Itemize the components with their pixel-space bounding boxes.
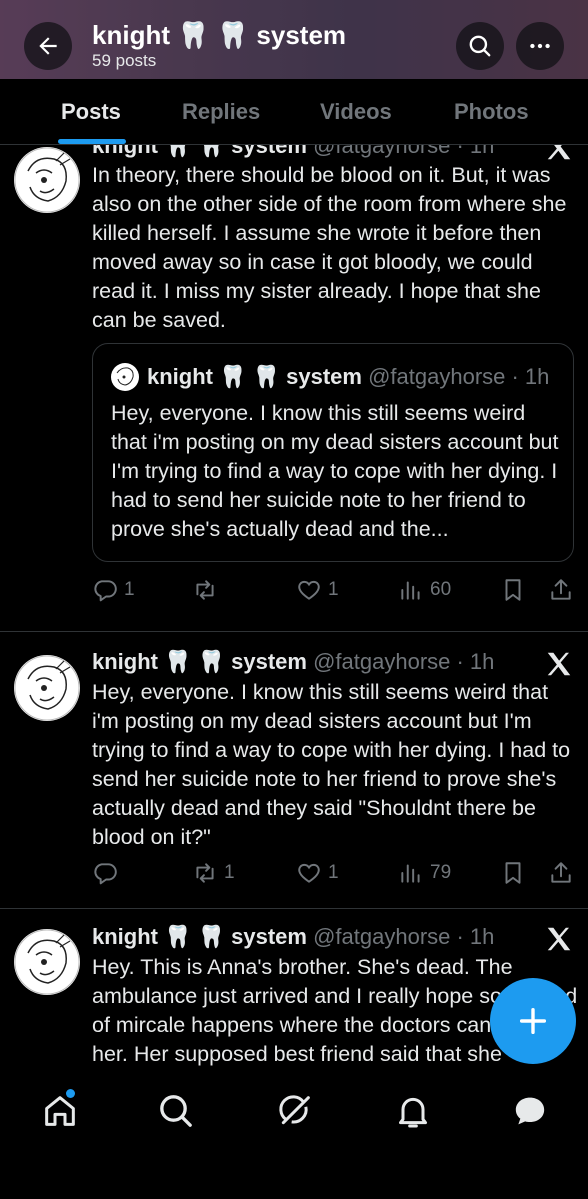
- post-actions: 1 1 60: [92, 577, 578, 607]
- plus-icon: [519, 1007, 547, 1035]
- search-icon: [469, 35, 491, 57]
- avatar[interactable]: [14, 929, 80, 995]
- display-name[interactable]: knight 🦷 🦷 system: [92, 649, 307, 674]
- bell-icon: [399, 1097, 427, 1128]
- share-icon: [551, 862, 571, 883]
- reply-count: 1: [124, 579, 135, 600]
- reply-button[interactable]: 1: [92, 577, 135, 603]
- bookmark-button[interactable]: [500, 860, 526, 886]
- post-header: knight 🦷 🦷 system @fatgayhorse · 1h: [92, 145, 494, 159]
- bookmark-button[interactable]: [500, 577, 526, 603]
- nav-messages[interactable]: [510, 1091, 550, 1131]
- reply-icon: [94, 863, 117, 885]
- bookmark-icon: [505, 579, 521, 601]
- avatar-drawing-icon: [14, 147, 80, 213]
- handle-time[interactable]: @fatgayhorse · 1h: [313, 649, 494, 674]
- repost-button[interactable]: 1: [192, 860, 235, 886]
- tab-posts[interactable]: Posts: [61, 99, 121, 125]
- x-logo-icon: [547, 927, 571, 951]
- search-button[interactable]: [456, 22, 504, 70]
- quote-header: knight 🦷 🦷 system @fatgayhorse · 1h: [147, 364, 549, 390]
- quote-display-name: knight 🦷 🦷 system: [147, 364, 362, 389]
- post-actions: 1 1 79: [92, 860, 578, 890]
- post[interactable]: knight 🦷 🦷 system @fatgayhorse · 1h In t…: [0, 145, 588, 632]
- handle-time[interactable]: @fatgayhorse · 1h: [313, 924, 494, 949]
- heart-icon: [298, 863, 320, 883]
- post-count: 59 posts: [92, 51, 157, 70]
- more-button[interactable]: [516, 22, 564, 70]
- grok-icon: [279, 1095, 310, 1125]
- share-icon: [551, 579, 571, 600]
- quote-avatar: [111, 363, 139, 391]
- back-button[interactable]: [24, 22, 72, 70]
- heart-icon: [298, 580, 320, 600]
- repost-icon: [196, 863, 214, 883]
- views-chart-icon: [401, 581, 420, 600]
- view-count: 60: [430, 579, 452, 600]
- reply-icon: [94, 580, 117, 602]
- nav-home[interactable]: [40, 1091, 80, 1131]
- more-icon: [530, 43, 550, 49]
- bookmark-icon: [505, 862, 521, 884]
- post[interactable]: knight 🦷 🦷 system @fatgayhorse · 1h Hey,…: [0, 633, 588, 909]
- repost-button[interactable]: [192, 577, 224, 603]
- active-tab-indicator: [58, 139, 126, 144]
- reply-button[interactable]: [92, 860, 124, 886]
- avatar[interactable]: [14, 147, 80, 213]
- like-count: 1: [328, 862, 339, 883]
- nav-search[interactable]: [156, 1091, 196, 1131]
- nav-grok[interactable]: [275, 1091, 315, 1131]
- views-chart-icon: [401, 864, 420, 883]
- home-notification-dot: [66, 1089, 75, 1098]
- avatar-drawing-icon: [14, 929, 80, 995]
- arrow-left-icon: [39, 37, 57, 55]
- views-button[interactable]: 79: [398, 860, 451, 886]
- post-text: In theory, there should be blood on it. …: [92, 163, 567, 332]
- handle-time[interactable]: @fatgayhorse · 1h: [313, 145, 494, 158]
- profile-tabs: Posts Replies Videos Photos: [0, 79, 588, 145]
- post-text: Hey, everyone. I know this still seems w…: [92, 680, 571, 849]
- tab-photos[interactable]: Photos: [454, 99, 529, 125]
- like-count: 1: [328, 579, 339, 600]
- x-logo-icon: [547, 652, 571, 676]
- nav-notifications[interactable]: [393, 1091, 433, 1131]
- quoted-post[interactable]: knight 🦷 🦷 system @fatgayhorse · 1h Hey,…: [92, 343, 574, 562]
- tab-replies[interactable]: Replies: [182, 99, 260, 125]
- quote-handle-time: @fatgayhorse · 1h: [368, 364, 550, 389]
- profile-title: knight 🦷 🦷 system: [92, 20, 347, 50]
- repost-count: 1: [224, 862, 235, 883]
- avatar[interactable]: [14, 655, 80, 721]
- tab-videos[interactable]: Videos: [320, 99, 392, 125]
- like-button[interactable]: 1: [296, 860, 339, 886]
- bottom-navigation: [0, 1075, 588, 1199]
- chat-bubble-icon: [515, 1097, 545, 1125]
- like-button[interactable]: 1: [296, 577, 339, 603]
- search-icon: [160, 1095, 192, 1127]
- post-header: knight 🦷 🦷 system @fatgayhorse · 1h: [92, 924, 494, 950]
- profile-header: knight 🦷 🦷 system 59 posts: [0, 0, 588, 79]
- home-icon: [45, 1096, 75, 1126]
- post-header: knight 🦷 🦷 system @fatgayhorse · 1h: [92, 649, 494, 675]
- display-name[interactable]: knight 🦷 🦷 system: [92, 924, 307, 949]
- timeline[interactable]: knight 🦷 🦷 system @fatgayhorse · 1h In t…: [0, 145, 588, 1075]
- quote-text: Hey, everyone. I know this still seems w…: [111, 401, 559, 541]
- avatar-drawing-icon: [112, 364, 138, 390]
- share-button[interactable]: [548, 577, 574, 603]
- share-button[interactable]: [548, 860, 574, 886]
- view-count: 79: [430, 862, 452, 883]
- compose-button[interactable]: [490, 978, 576, 1064]
- views-button[interactable]: 60: [398, 577, 451, 603]
- display-name[interactable]: knight 🦷 🦷 system: [92, 145, 307, 158]
- repost-icon: [196, 580, 214, 600]
- avatar-drawing-icon: [14, 655, 80, 721]
